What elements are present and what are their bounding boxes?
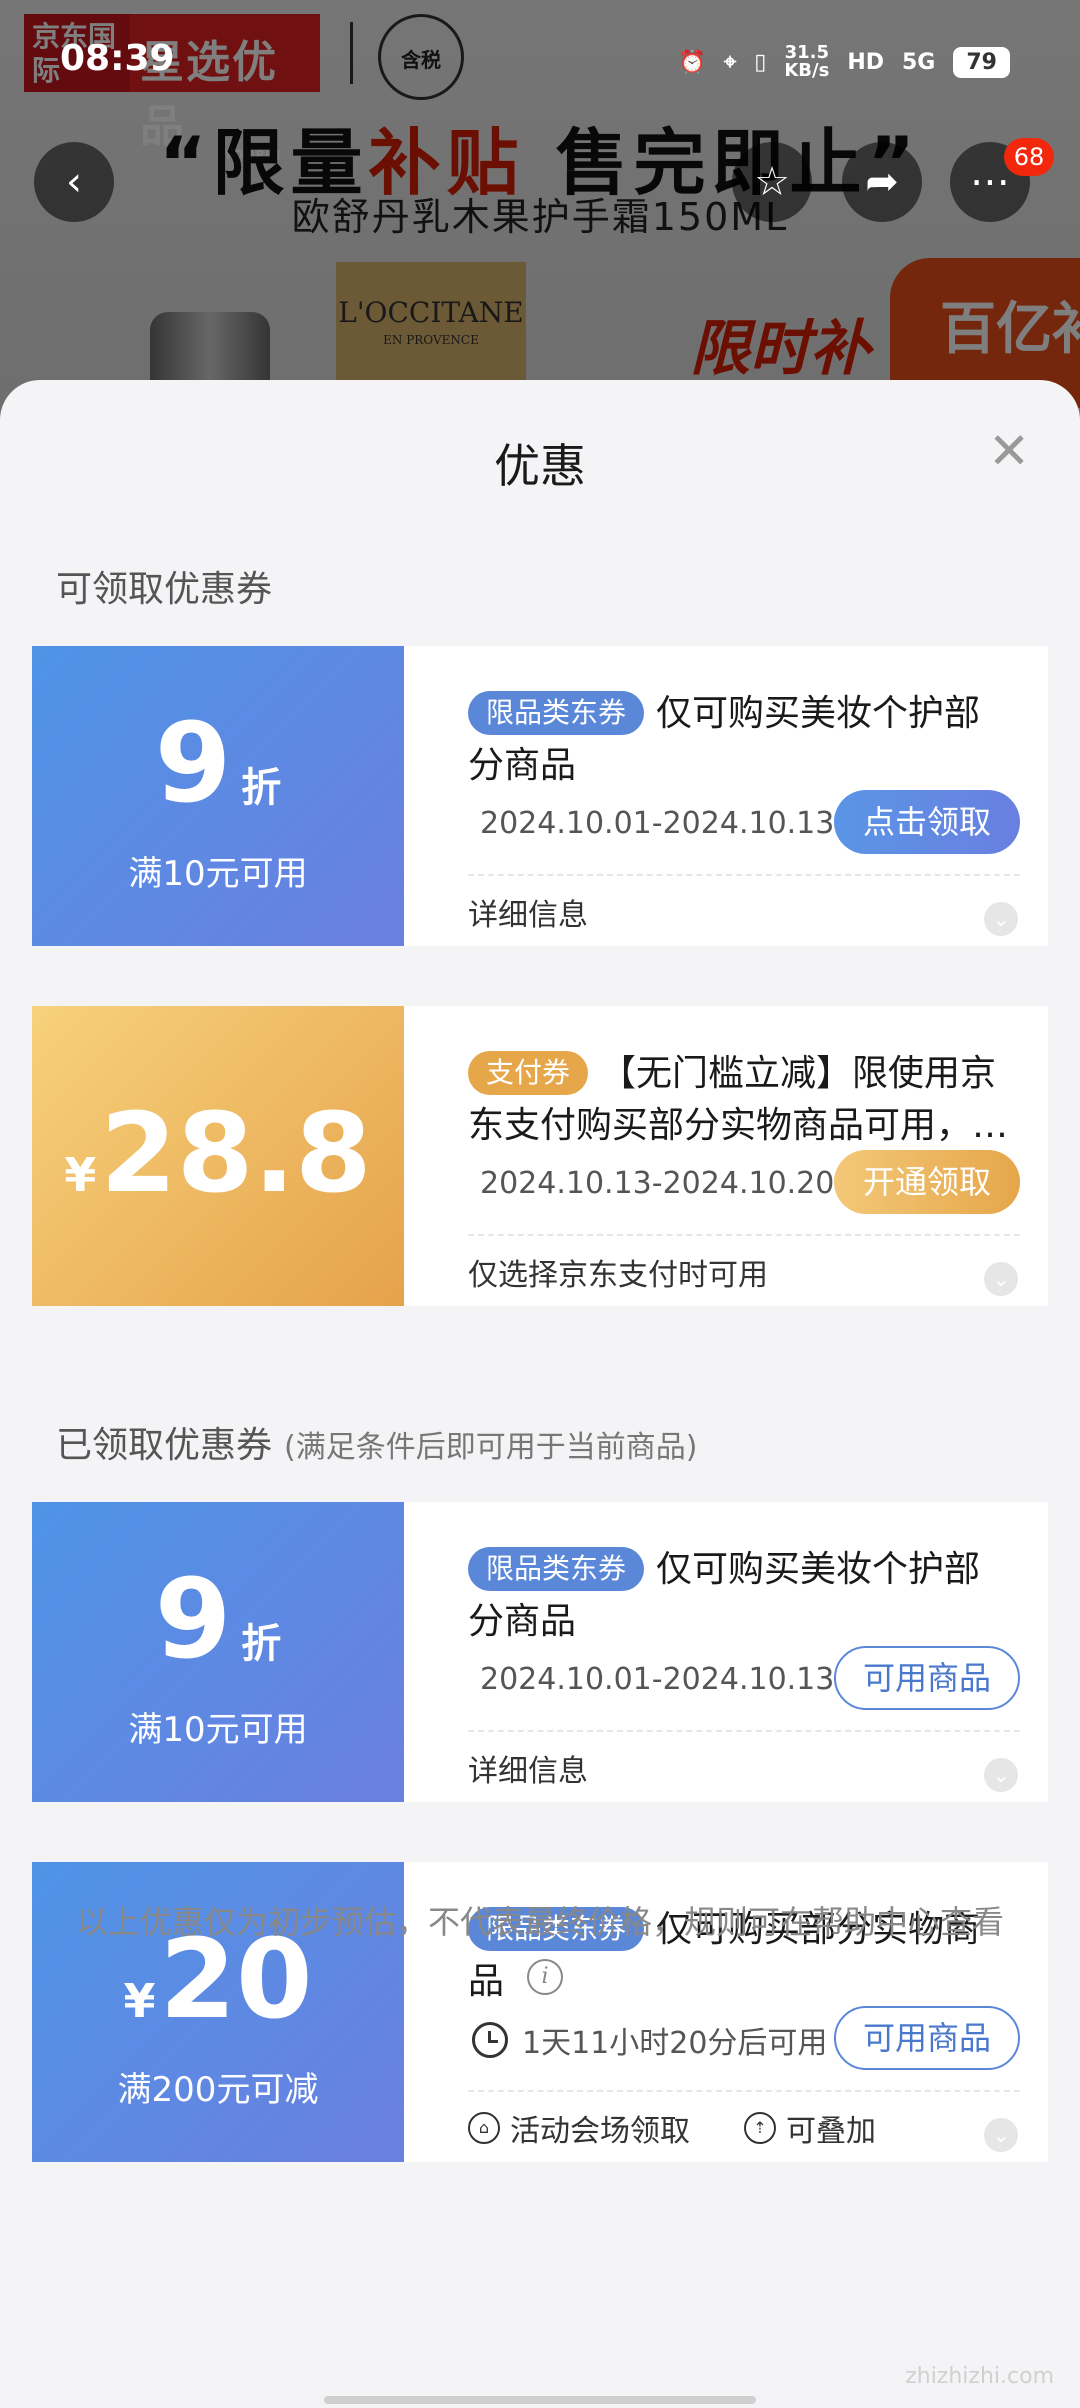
coupon-tag: 支付券 xyxy=(468,1051,589,1095)
coupon-footer[interactable]: 仅选择京东支付时可用 xyxy=(468,1250,768,1294)
coupon-condition: 满10元可用 xyxy=(128,854,308,894)
watermark: zhizhizhi.com xyxy=(905,2364,1054,2389)
details-link[interactable]: 详细信息 xyxy=(468,1746,588,1790)
sheet-title: 优惠 xyxy=(494,439,586,493)
more-icon: ⋯ xyxy=(970,159,1010,205)
dashed-divider xyxy=(468,2090,1020,2092)
battery-icon: 79 xyxy=(953,46,1010,78)
chevron-down-icon[interactable]: ⌄ xyxy=(984,1758,1018,1792)
coupon-date: 2024.10.01-2024.10.13 xyxy=(480,806,835,841)
status-icons: ⏰ ⌖ ▯ 31.5 KB/s HD 5G 79 xyxy=(678,44,1010,80)
coupon-amount: 28.8 xyxy=(100,1089,372,1217)
coupon-countdown: 1天11小时20分后可用 xyxy=(472,2018,827,2062)
coupon-value-panel: 9折 满10元可用 xyxy=(32,646,404,946)
home-indicator[interactable] xyxy=(324,2396,756,2404)
venue-icon: ⌂ xyxy=(468,2112,500,2144)
details-link[interactable]: 详细信息 xyxy=(468,890,588,934)
stackable-text: 可叠加 xyxy=(786,2114,876,2149)
coupon-value: 9折 xyxy=(32,1564,404,1699)
coupon-value: ¥28.8 xyxy=(32,1098,404,1230)
coupon-description: 限品类东券 仅可购买美妆个护部分商品 xyxy=(468,1544,1008,1648)
claimed-title-text: 已领取优惠券 xyxy=(56,1425,273,1466)
net-speed: 31.5 KB/s xyxy=(784,44,829,80)
claimable-section-title: 可领取优惠券 xyxy=(56,569,273,610)
coupon-footer[interactable]: 详细信息 xyxy=(468,1746,588,1790)
close-button[interactable]: ✕ xyxy=(988,426,1030,476)
applicable-products-button[interactable]: 可用商品 xyxy=(834,2006,1020,2070)
status-time: 08:39 xyxy=(60,38,175,79)
coupon-description: 限品类东券 仅可购买美妆个护部分商品 xyxy=(468,688,1008,792)
coupon-card: 9折 满10元可用 限品类东券 仅可购买美妆个护部分商品 2024.10.01-2… xyxy=(32,1502,1048,1802)
payment-note: 仅选择京东支付时可用 xyxy=(468,1258,768,1293)
signal-icon: 5G xyxy=(902,49,936,75)
back-button[interactable]: ‹ xyxy=(34,142,114,222)
coupon-discount: 9 xyxy=(154,699,232,827)
applicable-products-button[interactable]: 可用商品 xyxy=(834,1646,1020,1710)
claimed-section-title: 已领取优惠券 (满足条件后即可用于当前商品) xyxy=(56,1416,697,1468)
coupon-card: ¥28.8 支付券 【无门槛立减】限使用京东支付购买部分实物商品可用，… 2024… xyxy=(32,1006,1048,1306)
coupon-details: 限品类东券 仅可购买美妆个护部分商品 2024.10.01-2024.10.13 … xyxy=(404,646,1048,946)
coupon-details: 限品类东券 仅可购买美妆个护部分商品 2024.10.01-2024.10.13 … xyxy=(404,1502,1048,1802)
coupon-date: 2024.10.13-2024.10.20 xyxy=(480,1166,835,1201)
chevron-down-icon[interactable]: ⌄ xyxy=(984,902,1018,936)
favorite-button[interactable]: ☆ xyxy=(732,142,812,222)
coupon-condition: 满200元可减 xyxy=(117,2070,319,2110)
claim-button[interactable]: 点击领取 xyxy=(834,790,1020,854)
disclaimer-text: 以上优惠仅为初步预估，不代表最终价格，规则可在帮助中心查看 xyxy=(75,1903,1004,1941)
star-icon: ☆ xyxy=(754,159,790,205)
chevron-down-icon[interactable]: ⌄ xyxy=(984,2118,1018,2152)
coupon-footer[interactable]: 详细信息 xyxy=(468,890,588,934)
stack-icon: ⇡ xyxy=(744,2112,776,2144)
coupon-unit: 折 xyxy=(241,1621,282,1667)
claimed-note: (满足条件后即可用于当前商品) xyxy=(284,1430,698,1465)
dashed-divider xyxy=(468,1730,1020,1732)
vibrate-icon: ▯ xyxy=(754,49,767,75)
clock-icon xyxy=(472,2022,508,2058)
dashed-divider xyxy=(468,1234,1020,1236)
countdown-text: 1天11小时20分后可用 xyxy=(522,2026,828,2061)
coupon-sheet: 优惠 ✕ 可领取优惠券 9折 满10元可用 限品类东券 仅可购买美妆个护部分商品 … xyxy=(0,380,1080,2408)
coupon-currency: ¥ xyxy=(64,1148,97,1202)
coupon-value: 9折 xyxy=(32,708,404,843)
coupon-tag: 限品类东券 xyxy=(468,1547,645,1591)
coupon-condition: 满10元可用 xyxy=(128,1710,308,1750)
coupon-details: 支付券 【无门槛立减】限使用京东支付购买部分实物商品可用，… 2024.10.13… xyxy=(404,1006,1048,1306)
coupon-footer[interactable]: ⌂ 活动会场领取 ⇡ 可叠加 xyxy=(468,2106,876,2150)
chevron-down-icon[interactable]: ⌄ xyxy=(984,1262,1018,1296)
location-icon: ⌖ xyxy=(723,49,737,75)
dashed-divider xyxy=(468,874,1020,876)
coupon-discount: 9 xyxy=(154,1555,232,1683)
message-count-badge: 68 xyxy=(1004,138,1054,176)
coupon-description: 支付券 【无门槛立减】限使用京东支付购买部分实物商品可用，… xyxy=(468,1048,1008,1152)
price-disclaimer: 以上优惠仅为初步预估，不代表最终价格，规则可在帮助中心查看 i xyxy=(70,1900,1010,1995)
share-icon: ➦ xyxy=(865,159,899,205)
coupon-value-panel: ¥28.8 xyxy=(32,1006,404,1306)
activate-claim-button[interactable]: 开通领取 xyxy=(834,1150,1020,1214)
coupon-card: 9折 满10元可用 限品类东券 仅可购买美妆个护部分商品 2024.10.01-2… xyxy=(32,646,1048,946)
chevron-left-icon: ‹ xyxy=(66,159,82,205)
coupon-date: 2024.10.01-2024.10.13 xyxy=(480,1662,835,1697)
info-icon[interactable]: i xyxy=(527,1959,563,1995)
alarm-icon: ⏰ xyxy=(678,49,706,75)
share-button[interactable]: ➦ xyxy=(842,142,922,222)
coupon-value-panel: 9折 满10元可用 xyxy=(32,1502,404,1802)
coupon-tag: 限品类东券 xyxy=(468,691,645,735)
venue-claim-text: 活动会场领取 xyxy=(510,2114,690,2149)
hd-icon: HD xyxy=(847,49,884,75)
net-speed-unit: KB/s xyxy=(784,60,830,81)
coupon-unit: 折 xyxy=(241,765,282,811)
